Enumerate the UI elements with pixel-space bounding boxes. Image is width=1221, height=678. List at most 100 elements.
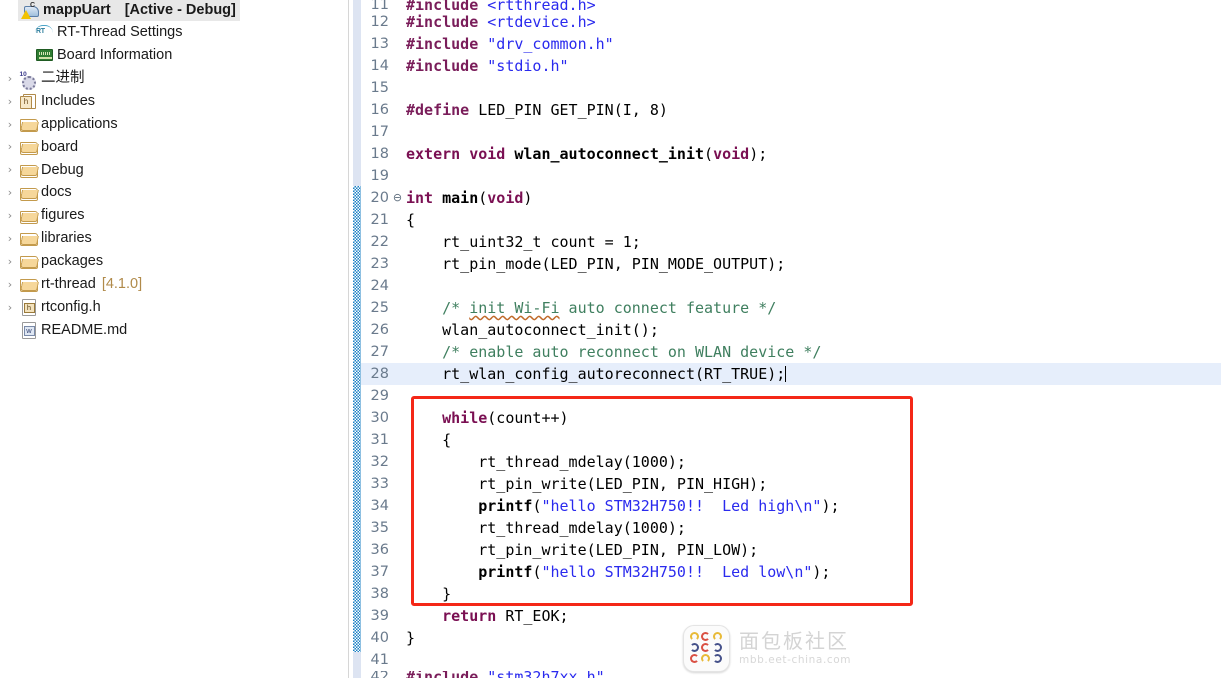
line-number: 40: [370, 630, 389, 646]
tree-item-board[interactable]: › board: [0, 135, 348, 158]
tree-item-Includes[interactable]: › Includes: [0, 90, 348, 113]
code-line-38[interactable]: 38 }: [361, 583, 1221, 605]
code-line-13[interactable]: 13 #include "drv_common.h": [361, 33, 1221, 55]
tree-expand-arrow[interactable]: ›: [2, 256, 18, 267]
code-line-20[interactable]: 20 ⊖ int main(void): [361, 187, 1221, 209]
code-line-21[interactable]: 21 {: [361, 209, 1221, 231]
tree-expand-arrow[interactable]: ›: [2, 164, 18, 175]
line-number: 37: [370, 564, 389, 580]
code-line-17[interactable]: 17: [361, 121, 1221, 143]
code-line-34[interactable]: 34 printf("hello STM32H750!! Led high\n"…: [361, 495, 1221, 517]
code-line-11[interactable]: 11 #include <rtthread.h>: [361, 0, 1221, 11]
code-line-26[interactable]: 26 wlan_autoconnect_init();: [361, 319, 1221, 341]
line-number: 26: [370, 322, 389, 338]
line-number: 29: [370, 388, 389, 404]
code-line-23[interactable]: 23 rt_pin_mode(LED_PIN, PIN_MODE_OUTPUT)…: [361, 253, 1221, 275]
code-line-32[interactable]: 32 rt_thread_mdelay(1000);: [361, 451, 1221, 473]
code-text-surface[interactable]: 11 #include <rtthread.h> 12 #include <rtdev…: [361, 0, 1221, 678]
tree-expand-arrow[interactable]: ›: [2, 210, 18, 221]
line-number: 42: [361, 671, 391, 678]
code-line-22[interactable]: 22 rt_uint32_t count = 1;: [361, 231, 1221, 253]
code-text: rt_uint32_t count = 1;: [406, 233, 641, 251]
code-line-37[interactable]: 37 printf("hello STM32H750!! Led low\n")…: [361, 561, 1221, 583]
code-line-19[interactable]: 19: [361, 165, 1221, 187]
md-file-icon: [18, 321, 38, 340]
tree-item-libraries[interactable]: › libraries: [0, 227, 348, 250]
line-number: 22: [370, 234, 389, 250]
line-number: 16: [370, 102, 389, 118]
text-caret: [785, 366, 787, 382]
code-line-14[interactable]: 14 #include "stdio.h": [361, 55, 1221, 77]
line-number: 30: [370, 410, 389, 426]
tree-expand-arrow[interactable]: ›: [2, 187, 18, 198]
tree-item-二进制[interactable]: › 二进制: [0, 67, 348, 90]
code-text: {: [406, 431, 452, 449]
tree-expand-arrow[interactable]: ›: [2, 119, 18, 130]
tree-item-figures[interactable]: › figures: [0, 204, 348, 227]
code-line-36[interactable]: 36 rt_pin_write(LED_PIN, PIN_LOW);: [361, 539, 1221, 561]
code-line-31[interactable]: 31 {: [361, 429, 1221, 451]
tree-expand-arrow[interactable]: ›: [2, 141, 18, 152]
code-text: }: [406, 585, 452, 603]
code-line-28[interactable]: 28 rt_wlan_config_autoreconnect(RT_TRUE)…: [361, 363, 1221, 385]
fold-collapse-icon[interactable]: ⊖: [391, 187, 404, 209]
code-line-27[interactable]: 27 /* enable auto reconnect on WLAN devi…: [361, 341, 1221, 363]
line-number: 21: [370, 212, 389, 228]
tree-item-Debug[interactable]: › Debug: [0, 158, 348, 181]
board-icon: [34, 46, 54, 64]
tree-item-applications[interactable]: › applications: [0, 113, 348, 136]
code-line-16[interactable]: 16 #define LED_PIN GET_PIN(I, 8): [361, 99, 1221, 121]
tree-item-label: Includes: [41, 92, 96, 109]
tree-item-docs[interactable]: › docs: [0, 181, 348, 204]
code-line-29[interactable]: 29: [361, 385, 1221, 407]
line-number: 38: [370, 586, 389, 602]
tree-item-RT-Thread Settings[interactable]: › RT-Thread Settings: [0, 21, 348, 44]
line-number: 13: [370, 36, 389, 52]
code-text: #include "stdio.h": [406, 57, 569, 75]
watermark-url-text: mbb.eet-china.com: [739, 653, 852, 666]
code-line-33[interactable]: 33 rt_pin_write(LED_PIN, PIN_HIGH);: [361, 473, 1221, 495]
code-text: rt_pin_write(LED_PIN, PIN_HIGH);: [406, 475, 768, 493]
code-text: printf("hello STM32H750!! Led low\n");: [478, 563, 831, 581]
code-line-35[interactable]: 35 rt_thread_mdelay(1000);: [361, 517, 1221, 539]
tree-expand-arrow[interactable]: ›: [2, 279, 18, 290]
project-root-item[interactable]: › mappUart [Active - Debug]: [0, 0, 348, 21]
tree-item-rt-thread[interactable]: › rt-thread [4.1.0]: [0, 273, 348, 296]
code-text: }: [406, 629, 416, 647]
code-text: printf("hello STM32H750!! Led high\n");: [478, 497, 840, 515]
code-text: rt_thread_mdelay(1000);: [406, 453, 686, 471]
code-line-18[interactable]: 18 extern void wlan_autoconnect_init(void…: [361, 143, 1221, 165]
tree-item-README.md[interactable]: › README.md: [0, 319, 348, 342]
tree-item-label: packages: [41, 253, 104, 270]
code-line-30[interactable]: 30 while(count++): [361, 407, 1221, 429]
line-number: 12: [370, 14, 389, 30]
tree-expand-arrow[interactable]: ›: [2, 73, 18, 84]
line-number: 32: [370, 454, 389, 470]
folder-icon: [18, 161, 38, 179]
binaries-icon: [18, 69, 38, 90]
tree-item-Board Information[interactable]: › Board Information: [0, 44, 348, 67]
tree-item-packages[interactable]: › packages: [0, 250, 348, 273]
ide-window: › mappUart [Active - Debug] › RT-Thread S…: [0, 0, 1221, 678]
rt-thread-icon: [34, 23, 54, 41]
code-line-25[interactable]: 25 /* init Wi-Fi auto connect feature */: [361, 297, 1221, 319]
tree-expand-arrow[interactable]: ›: [2, 96, 18, 107]
code-text: #include "drv_common.h": [406, 35, 614, 53]
tree-expand-arrow[interactable]: ›: [2, 233, 18, 244]
code-line-15[interactable]: 15: [361, 77, 1221, 99]
line-number: 31: [370, 432, 389, 448]
tree-expand-arrow[interactable]: ›: [2, 302, 18, 313]
tree-item-label: Board Information: [57, 47, 173, 64]
tree-item-label: rt-thread: [41, 275, 96, 292]
tree-item-rtconfig.h[interactable]: › rtconfig.h: [0, 296, 348, 319]
code-line-12[interactable]: 12 #include <rtdevice.h>: [361, 11, 1221, 33]
watermark-chinese-text: 面包板社区: [739, 628, 849, 653]
line-number: 28: [370, 366, 389, 382]
code-text: int main(void): [406, 189, 533, 207]
code-line-24[interactable]: 24: [361, 275, 1221, 297]
line-number: 25: [370, 300, 389, 316]
line-number: 23: [370, 256, 389, 272]
folder-icon: [18, 229, 38, 247]
project-tree: › RT-Thread Settings › Board Information › 二进…: [0, 21, 348, 341]
code-editor-pane[interactable]: 11 #include <rtthread.h> 12 #include <rtdev…: [348, 0, 1221, 678]
